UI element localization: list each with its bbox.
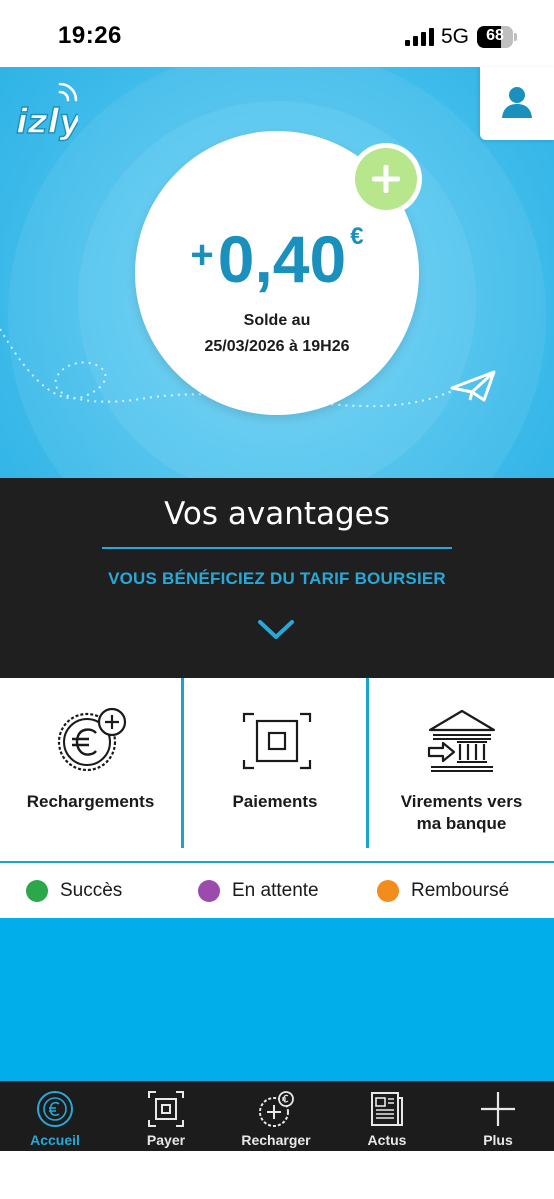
bank-transfer-icon [427,709,496,772]
tab-payer[interactable]: Payer [111,1081,221,1151]
scan-frame-icon [148,1091,184,1127]
signal-icon [405,28,434,46]
newspaper-icon [371,1092,403,1126]
izly-logo: izly [16,82,78,143]
status-time: 19:26 [58,22,122,49]
legend-label: Succès [60,880,123,901]
actions-bottom-divider [0,861,554,863]
tab-actus[interactable]: Actus [332,1081,442,1151]
balance-currency: € [350,223,364,250]
tab-label: Accueil [30,1132,80,1148]
legend-label: En attente [232,880,319,901]
balance-amount: +0,40 € [135,221,419,297]
balance-value: 0,40 [217,222,347,296]
tab-label: Actus [367,1132,407,1148]
recharge-icon [259,1091,294,1127]
tab-label: Recharger [241,1132,311,1148]
legend-label: Remboursé [411,880,510,901]
tab-bar: Accueil Payer Recharger Actus Plus [0,1081,554,1151]
payments-button[interactable]: Paiements [184,678,366,848]
balance-label: Solde au [243,312,311,329]
chevron-down-icon[interactable] [257,618,295,642]
transactions-area [0,918,554,1081]
recharges-button[interactable]: Rechargements [0,678,181,848]
actions-grid: Rechargements Paiements Virements vers m… [0,678,554,863]
status-legend: Succès En attente Remboursé [0,864,554,918]
bank-transfer-button[interactable]: Virements vers ma banque [369,678,554,848]
advantages-divider [102,547,452,549]
legend-dot-success [26,880,48,902]
advantages-subtitle: VOUS BÉNÉFICIEZ DU TARIF BOURSIER [108,569,446,588]
tab-label: Plus [483,1132,513,1148]
tab-label: Payer [146,1132,186,1148]
payments-label: Paiements [232,792,318,811]
battery-icon: 68 [477,26,517,48]
paper-plane-icon [450,370,496,402]
tab-recharger[interactable]: Recharger [221,1081,331,1151]
legend-dot-pending [198,880,220,902]
scan-frame-icon [242,712,312,770]
tab-accueil[interactable]: Accueil [0,1081,110,1151]
bank-transfer-label-line2: ma banque [416,814,507,833]
balance-date: 25/03/2026 à 19H26 [204,338,350,355]
profile-icon [502,87,532,118]
plus-icon [372,165,400,193]
euro-circle-icon [37,1091,73,1127]
add-funds-button[interactable] [350,143,422,215]
legend-dot-refunded [377,880,399,902]
bank-transfer-label: Virements vers ma banque [369,791,554,835]
advantages-section[interactable]: Vos avantages VOUS BÉNÉFICIEZ DU TARIF B… [0,478,554,678]
bank-transfer-label-line1: Virements vers [400,792,523,811]
network-type: 5G [441,25,470,48]
euro-coin-plus-icon [57,707,127,772]
battery-level: 68 [486,27,504,44]
logo-text: izly [16,102,78,142]
balance-sign: + [190,233,214,277]
status-bar: 19:26 5G 68 [0,0,554,67]
profile-button[interactable] [480,67,554,140]
home-indicator-area [0,1151,554,1199]
advantages-title: Vos avantages [164,496,390,532]
tab-plus[interactable]: Plus [443,1081,553,1151]
plus-icon [481,1092,515,1126]
recharges-label: Rechargements [26,792,155,811]
